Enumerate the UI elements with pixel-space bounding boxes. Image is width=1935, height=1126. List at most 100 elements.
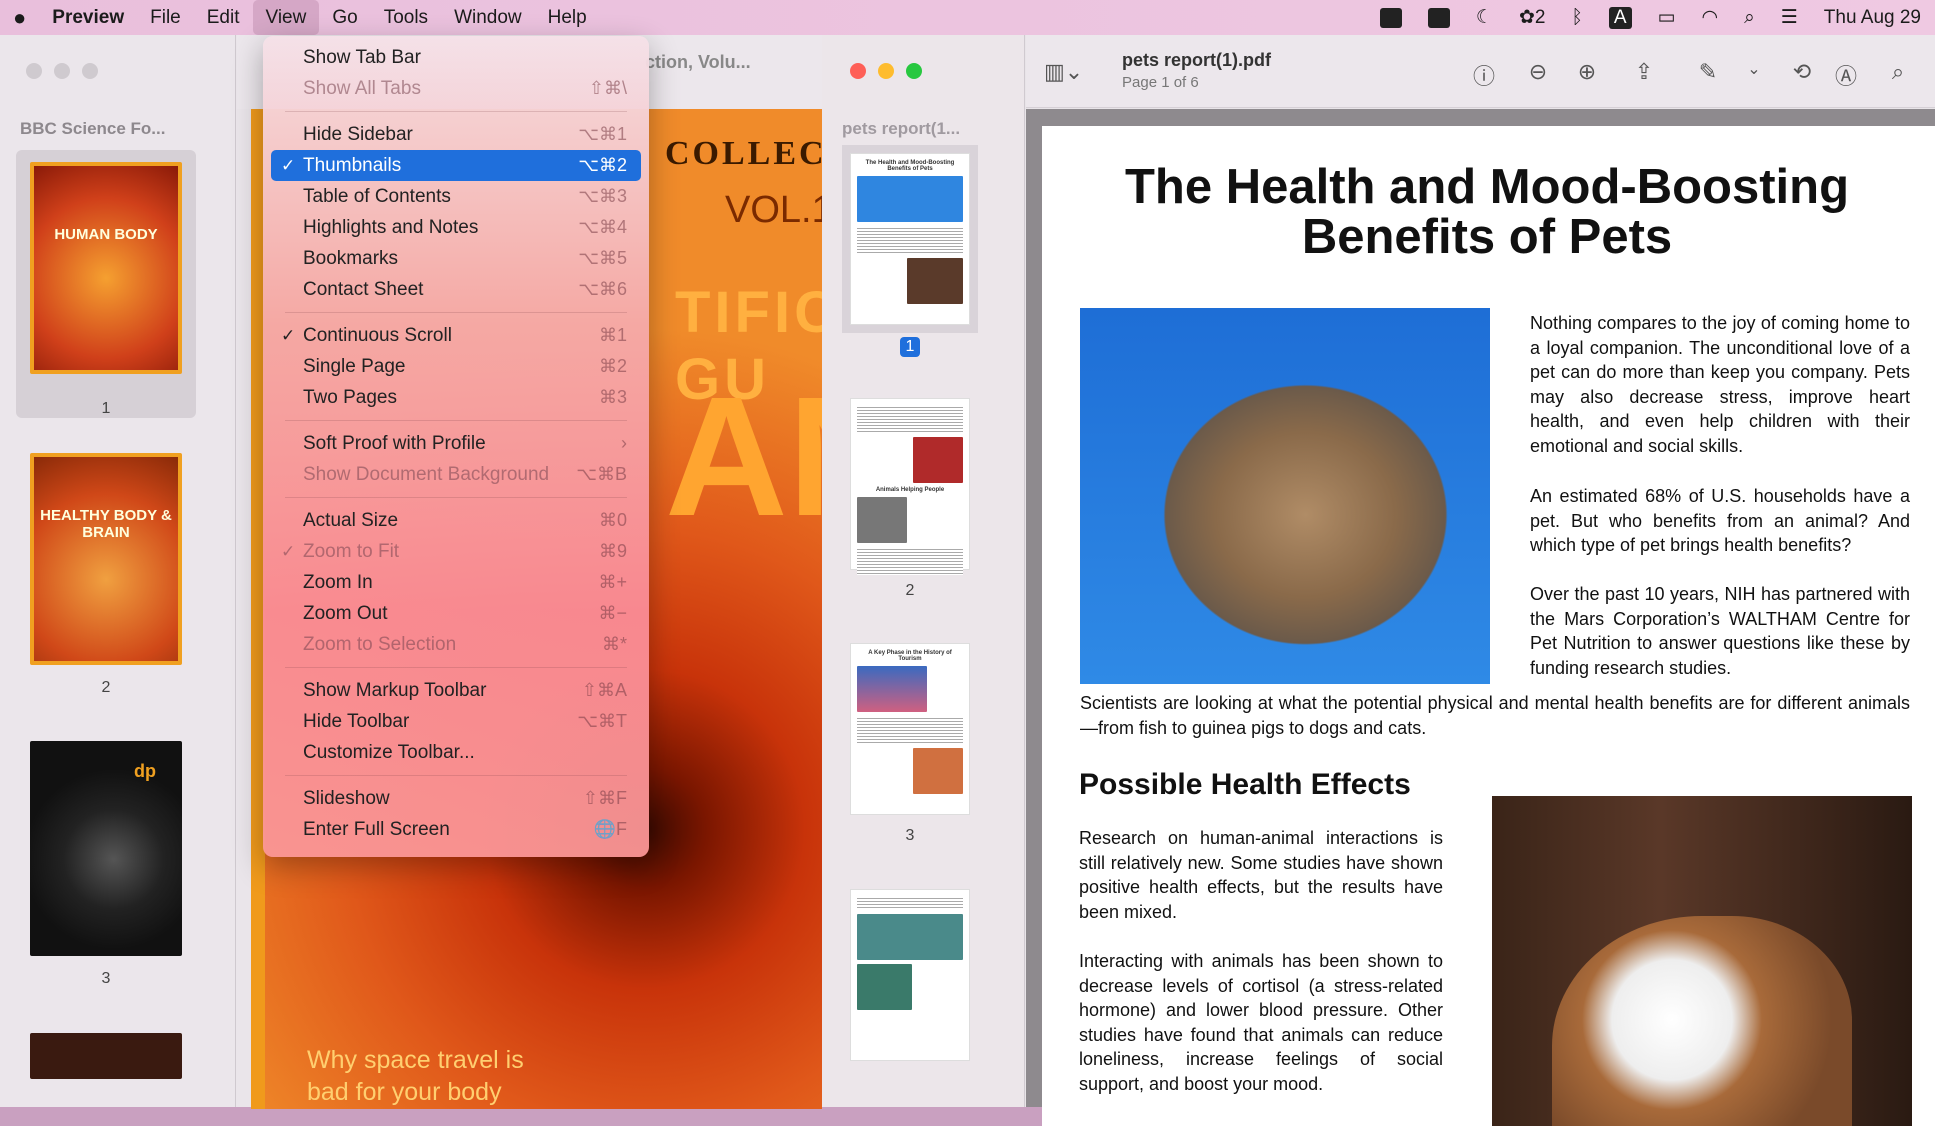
- zoom-out-icon[interactable]: ⊖: [1524, 59, 1552, 85]
- window-controls: [26, 63, 98, 79]
- zoom-in-icon[interactable]: ⊕: [1573, 59, 1601, 85]
- paragraph: An estimated 68% of U.S. households have…: [1530, 486, 1910, 556]
- menu-separator: [285, 420, 627, 421]
- minimize-button[interactable]: [878, 63, 894, 79]
- menu-edit[interactable]: Edit: [194, 0, 253, 35]
- menu-view[interactable]: View: [252, 0, 320, 35]
- cover-volume-text: VOL.1: [725, 189, 833, 231]
- menu-item-hide-toolbar[interactable]: Hide Toolbar ⌥⌘T: [271, 706, 641, 737]
- menu-separator: [285, 667, 627, 668]
- close-button[interactable]: [26, 63, 42, 79]
- menu-app-preview[interactable]: Preview: [39, 0, 137, 35]
- menu-item-show-markup-toolbar[interactable]: Show Markup Toolbar ⇧⌘A: [271, 675, 641, 706]
- menu-item-hide-sidebar[interactable]: Hide Sidebar ⌥⌘1: [271, 119, 641, 150]
- menu-help[interactable]: Help: [535, 0, 600, 35]
- menu-item-label: Zoom Out: [303, 602, 388, 624]
- thumb-heading: The Health and Mood-Boosting Benefits of…: [865, 160, 955, 172]
- menu-item-zoom-in[interactable]: Zoom In ⌘+: [271, 567, 641, 598]
- menu-item-label: Show Tab Bar: [303, 46, 421, 68]
- control-center-icon[interactable]: ☰: [1781, 6, 1798, 29]
- menu-item-show-document-background: Show Document Background ⌥⌘B: [271, 459, 641, 490]
- menu-item-label: Hide Sidebar: [303, 123, 413, 145]
- markup-pen-icon[interactable]: ✎: [1694, 59, 1722, 85]
- input-source-icon[interactable]: A: [1608, 6, 1632, 29]
- menu-tools[interactable]: Tools: [371, 0, 441, 35]
- window-controls: [850, 63, 922, 79]
- menu-item-two-pages[interactable]: Two Pages ⌘3: [271, 382, 641, 413]
- menu-go[interactable]: Go: [319, 0, 370, 35]
- menu-item-shortcut: ⇧⌘A: [581, 680, 627, 700]
- page-thumbnail-4[interactable]: [850, 889, 970, 1061]
- menu-item-thumbnails[interactable]: ✓ Thumbnails ⌥⌘2: [271, 150, 641, 181]
- close-button[interactable]: [850, 63, 866, 79]
- menu-item-continuous-scroll[interactable]: ✓ Continuous Scroll ⌘1: [271, 320, 641, 351]
- menu-item-zoom-out[interactable]: Zoom Out ⌘−: [271, 598, 641, 629]
- zoom-button[interactable]: [906, 63, 922, 79]
- menu-item-bookmarks[interactable]: Bookmarks ⌥⌘5: [271, 243, 641, 274]
- menu-window[interactable]: Window: [441, 0, 535, 35]
- menu-item-customize-toolbar[interactable]: Customize Toolbar...: [271, 737, 641, 768]
- page-thumbnail-2[interactable]: HEALTHY BODY & BRAIN 2: [16, 453, 196, 697]
- sidebar-toggle-icon[interactable]: ▥⌄: [1044, 59, 1083, 85]
- menu-item-label: Zoom to Selection: [303, 633, 457, 655]
- paragraph: Research on human-animal interactions is…: [1079, 828, 1443, 922]
- minimize-button[interactable]: [54, 63, 70, 79]
- menu-item-shortcut: ›: [621, 433, 627, 453]
- zoom-button[interactable]: [82, 63, 98, 79]
- menu-separator: [285, 497, 627, 498]
- menu-file[interactable]: File: [137, 0, 194, 35]
- menu-item-shortcut: ⌘0: [598, 510, 627, 530]
- menu-item-shortcut: ⌥⌘5: [578, 248, 627, 268]
- toolbar: ▥⌄ pets report(1).pdf Page 1 of 6 ⓘ ⊖ ⊕ …: [1026, 35, 1935, 108]
- menu-item-label: Single Page: [303, 355, 406, 377]
- share-icon[interactable]: ⇪: [1630, 59, 1658, 85]
- menu-item-contact-sheet[interactable]: Contact Sheet ⌥⌘6: [271, 274, 641, 305]
- menu-item-shortcut: ⌥⌘B: [576, 464, 627, 484]
- menu-item-label: Soft Proof with Profile: [303, 432, 486, 454]
- checkmark-icon: ✓: [281, 155, 296, 175]
- paragraph: Interacting with animals has been shown …: [1079, 951, 1443, 1094]
- battery-icon[interactable]: ▭: [1658, 6, 1676, 29]
- info-icon[interactable]: ⓘ: [1470, 59, 1498, 91]
- menu-item-highlights-and-notes[interactable]: Highlights and Notes ⌥⌘4: [271, 212, 641, 243]
- chevron-down-icon[interactable]: ⌄: [1740, 59, 1768, 79]
- menu-item-show-tab-bar[interactable]: Show Tab Bar: [271, 42, 641, 73]
- moon-icon[interactable]: ☾: [1476, 6, 1493, 29]
- menu-item-slideshow[interactable]: Slideshow ⇧⌘F: [271, 783, 641, 814]
- bookmark-app-icon[interactable]: [1379, 7, 1402, 28]
- bluetooth-icon[interactable]: ᛒ: [1571, 7, 1582, 29]
- page-thumbnail-3[interactable]: dp 3: [16, 741, 196, 988]
- page-number: 1: [101, 400, 111, 417]
- rotate-icon[interactable]: ⟲: [1788, 59, 1816, 85]
- keyboard-app-icon[interactable]: [1427, 7, 1450, 28]
- menu-item-shortcut: ⌘1: [598, 325, 627, 345]
- menu-item-table-of-contents[interactable]: Table of Contents ⌥⌘3: [271, 181, 641, 212]
- page-number: 3: [101, 970, 111, 987]
- cat-photo: [1080, 308, 1490, 684]
- annotate-icon[interactable]: Ⓐ: [1832, 59, 1860, 91]
- status-area: ☾ ✿2 ᛒ A ▭ ◠ ⌕ ☰ Thu Aug 29: [1379, 0, 1921, 35]
- page-thumbnail-2[interactable]: Animals Helping People 2: [850, 398, 970, 600]
- search-icon[interactable]: ⌕: [1884, 59, 1912, 85]
- page-number: 2: [905, 582, 915, 599]
- menu-item-label: Show All Tabs: [303, 77, 421, 99]
- menu-item-enter-full-screen[interactable]: Enter Full Screen 🌐F: [271, 814, 641, 845]
- page-thumbnail-1[interactable]: HUMAN BODY 1: [16, 150, 196, 418]
- menu-item-label: Customize Toolbar...: [303, 741, 475, 763]
- menu-item-label: Slideshow: [303, 787, 390, 809]
- spotlight-search-icon[interactable]: ⌕: [1744, 7, 1755, 29]
- apple-menu-icon[interactable]: ●: [0, 0, 39, 35]
- menu-item-label: Show Markup Toolbar: [303, 679, 487, 701]
- checkmark-icon: ✓: [281, 541, 296, 561]
- wifi-icon[interactable]: ◠: [1702, 6, 1719, 29]
- page-thumbnail-1[interactable]: The Health and Mood-Boosting Benefits of…: [842, 145, 978, 357]
- page-thumbnail-4[interactable]: [30, 1033, 182, 1079]
- menu-item-single-page[interactable]: Single Page ⌘2: [271, 351, 641, 382]
- clock-date[interactable]: Thu Aug 29: [1824, 7, 1921, 29]
- page-thumbnail-3[interactable]: A Key Phase in the History of Tourism 3: [850, 643, 970, 845]
- notification-app-icon[interactable]: ✿2: [1519, 6, 1546, 29]
- menu-item-actual-size[interactable]: Actual Size ⌘0: [271, 505, 641, 536]
- menu-item-soft-proof-with-profile[interactable]: Soft Proof with Profile ›: [271, 428, 641, 459]
- checkmark-icon: ✓: [281, 325, 296, 345]
- menu-item-zoom-to-fit: ✓ Zoom to Fit ⌘9: [271, 536, 641, 567]
